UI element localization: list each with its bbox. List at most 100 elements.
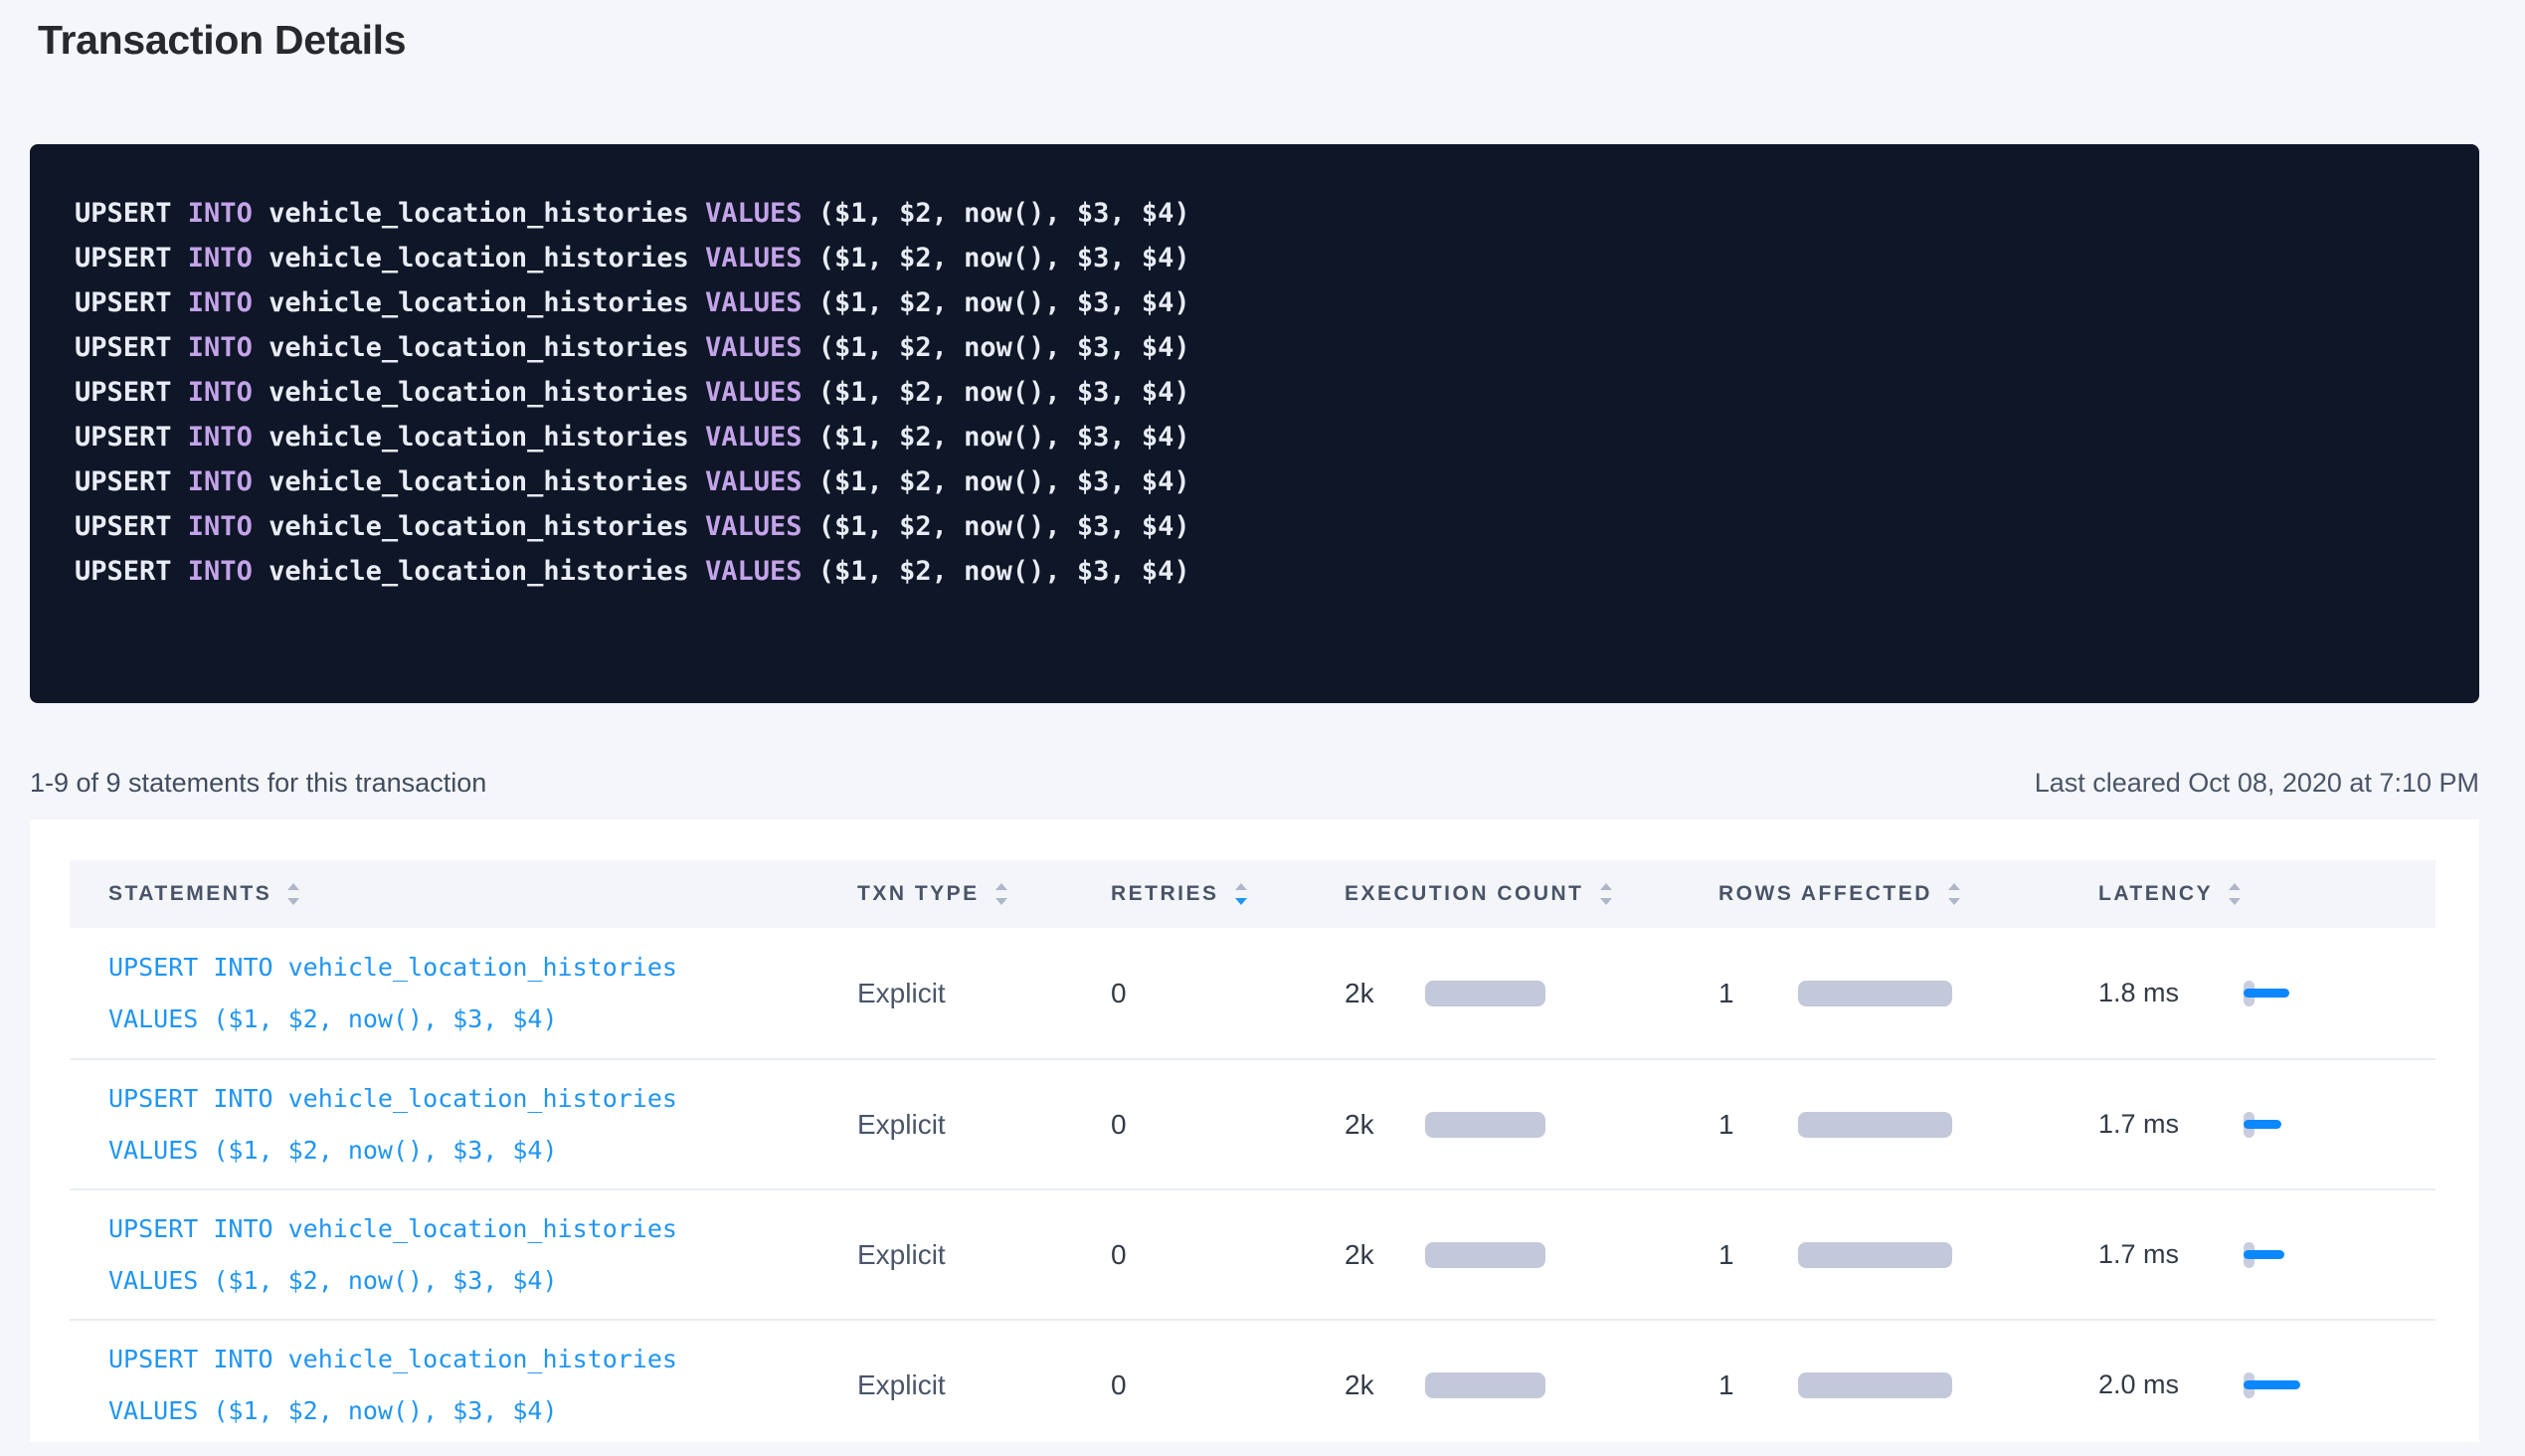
latency-chart bbox=[2244, 1240, 2323, 1270]
sort-descending-icon bbox=[1235, 898, 1247, 905]
latency-chart bbox=[2244, 1110, 2323, 1140]
latency-chart bbox=[2244, 1370, 2323, 1400]
statement-link[interactable]: UPSERT INTO vehicle_location_histories V… bbox=[70, 1334, 857, 1437]
rows-affected-value: 1 bbox=[1718, 1109, 1798, 1141]
retries-cell: 0 bbox=[1111, 1109, 1345, 1141]
statement-line-2: VALUES ($1, $2, now(), $3, $4) bbox=[108, 1385, 857, 1437]
latency-bar bbox=[2244, 1120, 2281, 1129]
sql-statement-line: UPSERT INTO vehicle_location_histories V… bbox=[75, 370, 2435, 415]
page-title: Transaction Details bbox=[38, 14, 2479, 66]
latency-value: 1.7 ms bbox=[2098, 1239, 2244, 1270]
rows-affected-bar bbox=[1798, 1112, 1952, 1138]
table-body: UPSERT INTO vehicle_location_histories V… bbox=[70, 928, 2435, 1449]
table-row: UPSERT INTO vehicle_location_histories V… bbox=[70, 1188, 2435, 1319]
execution-count-value: 2k bbox=[1345, 1109, 1425, 1141]
statement-link[interactable]: UPSERT INTO vehicle_location_histories V… bbox=[70, 1073, 857, 1177]
execution-count-cell: 2k bbox=[1345, 1109, 1718, 1141]
txn-type-cell: Explicit bbox=[857, 1109, 1111, 1141]
statements-count-text: 1-9 of 9 statements for this transaction bbox=[30, 765, 486, 802]
latency-bar bbox=[2244, 1380, 2300, 1389]
sort-ascending-icon bbox=[1948, 883, 1960, 890]
execution-count-bar bbox=[1425, 1112, 1545, 1138]
sort-ascending-icon bbox=[2229, 883, 2241, 890]
table-row: UPSERT INTO vehicle_location_histories V… bbox=[70, 928, 2435, 1058]
transaction-details-page: { "page": { "title": "Transaction Detail… bbox=[0, 14, 2525, 1456]
rows-affected-cell: 1 bbox=[1718, 978, 2098, 1009]
last-cleared-text: Last cleared Oct 08, 2020 at 7:10 PM bbox=[2035, 765, 2479, 802]
execution-count-bar bbox=[1425, 981, 1545, 1006]
sort-icon bbox=[1235, 883, 1247, 905]
rows-affected-cell: 1 bbox=[1718, 1239, 2098, 1271]
txn-type-cell: Explicit bbox=[857, 1369, 1111, 1401]
latency-chart bbox=[2244, 979, 2323, 1008]
statement-line-2: VALUES ($1, $2, now(), $3, $4) bbox=[108, 994, 857, 1045]
latency-value: 1.7 ms bbox=[2098, 1109, 2244, 1140]
statement-line-2: VALUES ($1, $2, now(), $3, $4) bbox=[108, 1125, 857, 1177]
sort-descending-icon bbox=[2229, 898, 2241, 905]
latency-cell: 1.7 ms bbox=[2098, 1109, 2435, 1140]
statement-link[interactable]: UPSERT INTO vehicle_location_histories V… bbox=[70, 942, 857, 1045]
sort-descending-icon bbox=[995, 898, 1007, 905]
latency-bar bbox=[2244, 989, 2289, 998]
sql-statement-line: UPSERT INTO vehicle_location_histories V… bbox=[75, 549, 2435, 594]
txn-type-cell: Explicit bbox=[857, 978, 1111, 1009]
column-header-statements[interactable]: STATEMENTS bbox=[70, 882, 857, 906]
sort-icon bbox=[1948, 883, 1960, 905]
sort-icon bbox=[2229, 883, 2241, 905]
txn-type-cell: Explicit bbox=[857, 1239, 1111, 1271]
sort-ascending-icon bbox=[995, 883, 1007, 890]
table-row: UPSERT INTO vehicle_location_histories V… bbox=[70, 1058, 2435, 1188]
table-row: UPSERT INTO vehicle_location_histories V… bbox=[70, 1319, 2435, 1449]
rows-affected-bar bbox=[1798, 1372, 1952, 1398]
retries-cell: 0 bbox=[1111, 978, 1345, 1009]
statement-line-1: UPSERT INTO vehicle_location_histories bbox=[108, 1334, 857, 1385]
retries-cell: 0 bbox=[1111, 1369, 1345, 1401]
statement-line-2: VALUES ($1, $2, now(), $3, $4) bbox=[108, 1255, 857, 1307]
column-header-latency[interactable]: LATENCY bbox=[2098, 882, 2435, 906]
sql-statement-line: UPSERT INTO vehicle_location_histories V… bbox=[75, 236, 2435, 280]
sql-statement-line: UPSERT INTO vehicle_location_histories V… bbox=[75, 459, 2435, 504]
execution-count-cell: 2k bbox=[1345, 1239, 1718, 1271]
column-header-txn-type[interactable]: TXN TYPE bbox=[857, 882, 1111, 906]
execution-count-cell: 2k bbox=[1345, 978, 1718, 1009]
sql-statement-line: UPSERT INTO vehicle_location_histories V… bbox=[75, 280, 2435, 325]
statement-link[interactable]: UPSERT INTO vehicle_location_histories V… bbox=[70, 1203, 857, 1307]
rows-affected-value: 1 bbox=[1718, 1369, 1798, 1401]
rows-affected-cell: 1 bbox=[1718, 1369, 2098, 1401]
latency-value: 1.8 ms bbox=[2098, 978, 2244, 1008]
summary-row: 1-9 of 9 statements for this transaction… bbox=[30, 765, 2479, 802]
sort-ascending-icon bbox=[287, 883, 299, 890]
execution-count-bar bbox=[1425, 1372, 1545, 1398]
statement-line-1: UPSERT INTO vehicle_location_histories bbox=[108, 1203, 857, 1255]
latency-cell: 2.0 ms bbox=[2098, 1369, 2435, 1400]
latency-bar bbox=[2244, 1250, 2284, 1259]
sql-box: UPSERT INTO vehicle_location_histories V… bbox=[30, 144, 2479, 703]
statement-line-1: UPSERT INTO vehicle_location_histories bbox=[108, 942, 857, 994]
sort-descending-icon bbox=[1948, 898, 1960, 905]
sort-ascending-icon bbox=[1600, 883, 1612, 890]
sort-ascending-icon bbox=[1235, 883, 1247, 890]
execution-count-value: 2k bbox=[1345, 1239, 1425, 1271]
sql-statement-line: UPSERT INTO vehicle_location_histories V… bbox=[75, 325, 2435, 370]
rows-affected-bar bbox=[1798, 981, 1952, 1006]
execution-count-value: 2k bbox=[1345, 1369, 1425, 1401]
execution-count-bar bbox=[1425, 1242, 1545, 1268]
latency-cell: 1.8 ms bbox=[2098, 978, 2435, 1008]
sort-icon bbox=[1600, 883, 1612, 905]
execution-count-value: 2k bbox=[1345, 978, 1425, 1009]
sort-icon bbox=[995, 883, 1007, 905]
latency-value: 2.0 ms bbox=[2098, 1369, 2244, 1400]
sql-code: UPSERT INTO vehicle_location_histories V… bbox=[75, 191, 2435, 594]
column-header-execution-count[interactable]: EXECUTION COUNT bbox=[1345, 882, 1718, 906]
rows-affected-cell: 1 bbox=[1718, 1109, 2098, 1141]
statements-table-card: STATEMENTS TXN TYPE RETRIES EXECUTION CO… bbox=[30, 819, 2479, 1442]
rows-affected-value: 1 bbox=[1718, 1239, 1798, 1271]
table-header-row: STATEMENTS TXN TYPE RETRIES EXECUTION CO… bbox=[70, 860, 2435, 928]
column-header-retries[interactable]: RETRIES bbox=[1111, 882, 1345, 906]
rows-affected-value: 1 bbox=[1718, 978, 1798, 1009]
execution-count-cell: 2k bbox=[1345, 1369, 1718, 1401]
sort-icon bbox=[287, 883, 299, 905]
statement-line-1: UPSERT INTO vehicle_location_histories bbox=[108, 1073, 857, 1125]
column-header-rows-affected[interactable]: ROWS AFFECTED bbox=[1718, 882, 2098, 906]
retries-cell: 0 bbox=[1111, 1239, 1345, 1271]
